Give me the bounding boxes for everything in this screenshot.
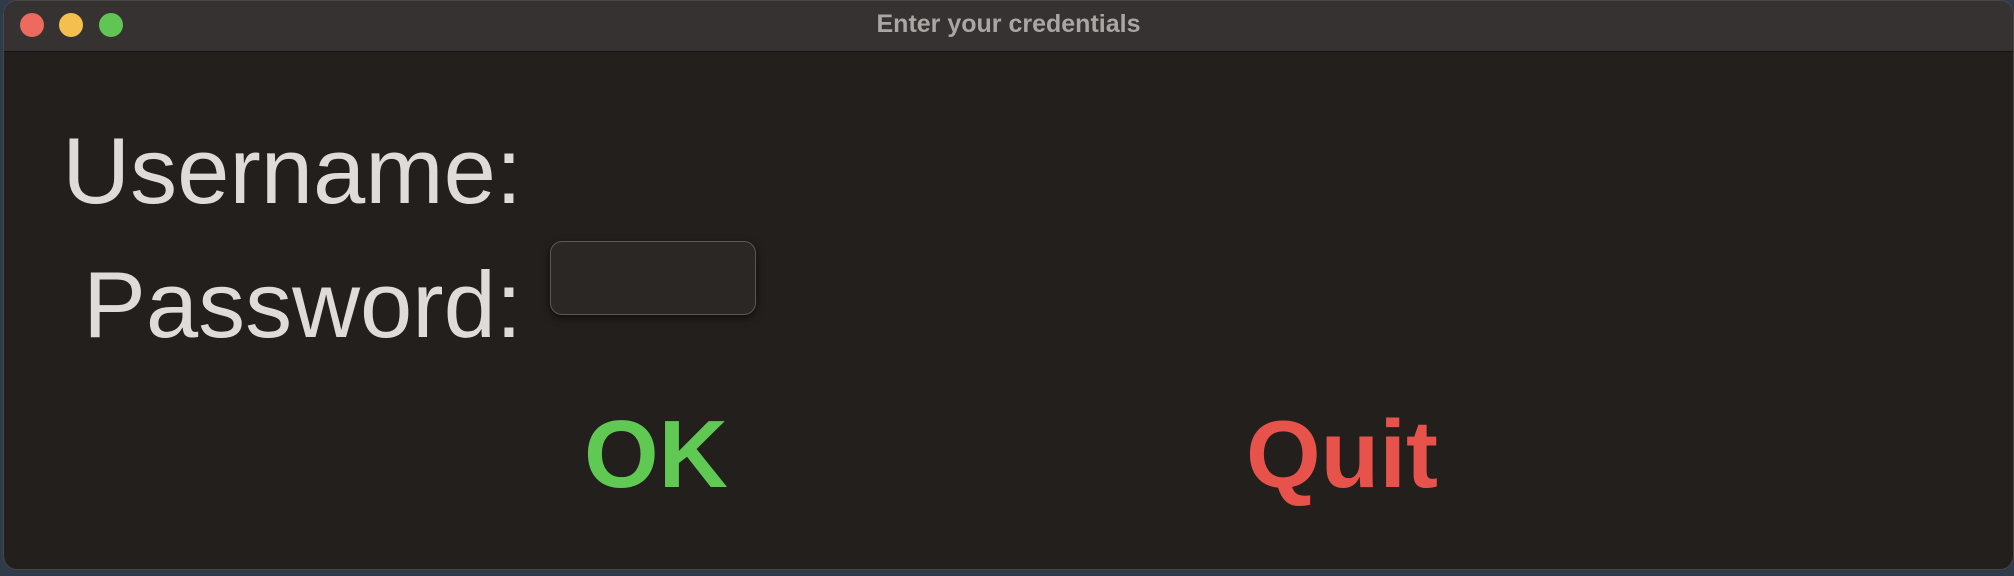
credentials-window: Enter your credentials Username: Passwor… xyxy=(3,0,2014,570)
password-field[interactable] xyxy=(550,241,756,315)
password-label: Password: xyxy=(83,252,522,357)
title-bar[interactable]: Enter your credentials xyxy=(4,1,2013,52)
username-label: Username: xyxy=(62,118,522,223)
quit-button[interactable]: Quit xyxy=(1246,407,1438,503)
ok-button[interactable]: OK xyxy=(584,407,728,503)
window-title: Enter your credentials xyxy=(876,10,1141,38)
